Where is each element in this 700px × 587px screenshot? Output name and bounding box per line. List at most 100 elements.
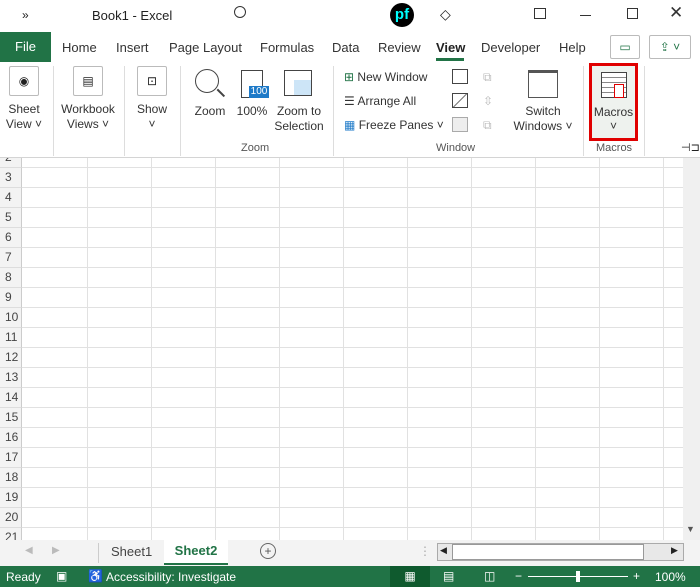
table-row[interactable] — [22, 368, 683, 388]
tab-split-handle[interactable]: ⋮ — [419, 544, 431, 558]
close-button[interactable]: ✕ — [669, 3, 683, 23]
share-button[interactable]: ⇪ ˅ — [649, 35, 691, 59]
table-row[interactable] — [22, 448, 683, 468]
show-button[interactable]: Show ˅ — [132, 102, 172, 132]
table-row[interactable] — [22, 268, 683, 288]
row-header[interactable]: 21 — [0, 528, 22, 540]
sheet-tab-sheet2[interactable]: Sheet2 — [164, 540, 228, 565]
zoom-100-button[interactable]: 100% — [234, 104, 270, 119]
row-header[interactable]: 16 — [0, 428, 22, 448]
row-header[interactable]: 7 — [0, 248, 22, 268]
workbook-views-button[interactable]: Workbook Views ˅ — [58, 102, 118, 132]
sheet-view-icon[interactable]: ◉ — [9, 66, 39, 96]
tab-home[interactable]: Home — [62, 40, 97, 55]
zoom-level[interactable]: 100% — [655, 570, 686, 584]
zoom-in-button[interactable]: + — [633, 569, 640, 583]
arrange-all-button[interactable]: ☰ Arrange All — [344, 94, 416, 109]
row-header[interactable]: 5 — [0, 208, 22, 228]
split-icon[interactable] — [452, 69, 468, 84]
new-window-button[interactable]: ⊞ New Window — [344, 70, 427, 85]
row-header[interactable]: 19 — [0, 488, 22, 508]
workbook-views-icon[interactable]: ▤ — [73, 66, 103, 96]
row-header[interactable]: 20 — [0, 508, 22, 528]
tab-help[interactable]: Help — [559, 40, 586, 55]
row-header[interactable]: 12 — [0, 348, 22, 368]
sheet-tab-sheet1[interactable]: Sheet1 — [111, 544, 152, 559]
tab-file[interactable]: File — [0, 32, 51, 62]
scroll-left-arrow[interactable]: ◀ — [440, 545, 447, 556]
table-row[interactable] — [22, 508, 683, 528]
row-header[interactable]: 10 — [0, 308, 22, 328]
table-row[interactable] — [22, 188, 683, 208]
row-header[interactable]: 14 — [0, 388, 22, 408]
freeze-panes-button[interactable]: ▦ Freeze Panes ˅ — [344, 118, 444, 133]
table-row[interactable] — [22, 248, 683, 268]
page-layout-view-button[interactable]: ▤ — [443, 569, 454, 583]
table-row[interactable] — [22, 328, 683, 348]
show-icon[interactable]: ⊡ — [137, 66, 167, 96]
horizontal-scrollbar[interactable]: ◀ ▶ — [437, 543, 684, 561]
tab-view[interactable]: View — [436, 40, 465, 55]
zoom-out-button[interactable]: − — [515, 569, 522, 583]
tab-page-layout[interactable]: Page Layout — [169, 40, 242, 55]
row-header[interactable]: 17 — [0, 448, 22, 468]
table-row[interactable] — [22, 158, 683, 168]
scroll-down-arrow[interactable]: ▼ — [686, 524, 695, 534]
row-header[interactable]: 18 — [0, 468, 22, 488]
zoom-to-selection-button[interactable]: Zoom to Selection — [272, 104, 326, 134]
page-break-preview-button[interactable]: ◫ — [484, 569, 495, 583]
table-row[interactable] — [22, 428, 683, 448]
table-row[interactable] — [22, 308, 683, 328]
table-row[interactable] — [22, 208, 683, 228]
tab-formulas[interactable]: Formulas — [260, 40, 314, 55]
zoom-button[interactable]: Zoom — [190, 104, 230, 119]
zoom-slider-thumb[interactable] — [576, 571, 580, 582]
search-icon[interactable] — [234, 6, 246, 18]
maximize-button[interactable] — [627, 8, 638, 19]
add-sheet-button[interactable]: + — [260, 543, 276, 559]
minimize-button[interactable] — [580, 15, 591, 16]
table-row[interactable] — [22, 228, 683, 248]
ribbon-display-icon[interactable] — [534, 8, 546, 19]
row-header[interactable]: 4 — [0, 188, 22, 208]
row-header[interactable]: 8 — [0, 268, 22, 288]
table-row[interactable] — [22, 408, 683, 428]
accessibility-icon[interactable]: ♿ — [88, 569, 103, 583]
table-row[interactable] — [22, 488, 683, 508]
row-header[interactable]: 15 — [0, 408, 22, 428]
worksheet-grid[interactable]: 23456789101112131415161718192021 — [0, 158, 683, 540]
row-header[interactable]: 13 — [0, 368, 22, 388]
table-row[interactable] — [22, 388, 683, 408]
diamond-icon[interactable]: ◇ — [440, 6, 451, 23]
hide-icon[interactable] — [452, 93, 468, 108]
row-header[interactable]: 3 — [0, 168, 22, 188]
accessibility-status[interactable]: Accessibility: Investigate — [106, 570, 236, 584]
tab-insert[interactable]: Insert — [116, 40, 149, 55]
tab-developer[interactable]: Developer — [481, 40, 540, 55]
switch-windows-button[interactable]: Switch Windows ˅ — [508, 104, 578, 134]
macro-recording-icon[interactable]: ▣ — [56, 569, 67, 583]
row-header[interactable]: 2 — [0, 158, 22, 168]
tab-data[interactable]: Data — [332, 40, 359, 55]
unhide-icon[interactable] — [452, 117, 468, 132]
row-header[interactable]: 9 — [0, 288, 22, 308]
row-header[interactable]: 6 — [0, 228, 22, 248]
prev-sheet-icon[interactable]: ◀ — [25, 545, 33, 556]
scroll-right-arrow[interactable]: ▶ — [671, 545, 678, 556]
row-header[interactable]: 11 — [0, 328, 22, 348]
next-sheet-icon[interactable]: ▶ — [52, 545, 60, 556]
macros-button[interactable]: Macros ˅ — [589, 63, 638, 141]
vertical-scrollbar[interactable]: ▼ — [683, 158, 700, 540]
comments-button[interactable]: ▭ — [610, 35, 640, 59]
pin-ribbon-icon[interactable]: ⊣⊐ — [681, 141, 700, 154]
tab-review[interactable]: Review — [378, 40, 421, 55]
horizontal-scroll-thumb[interactable] — [452, 544, 644, 560]
table-row[interactable] — [22, 168, 683, 188]
table-row[interactable] — [22, 528, 683, 540]
sheet-view-button[interactable]: Sheet View ˅ — [2, 102, 46, 132]
table-row[interactable] — [22, 468, 683, 488]
table-row[interactable] — [22, 348, 683, 368]
normal-view-button[interactable]: ▦ — [390, 566, 430, 587]
table-row[interactable] — [22, 288, 683, 308]
quick-access-overflow[interactable]: » — [22, 8, 29, 22]
